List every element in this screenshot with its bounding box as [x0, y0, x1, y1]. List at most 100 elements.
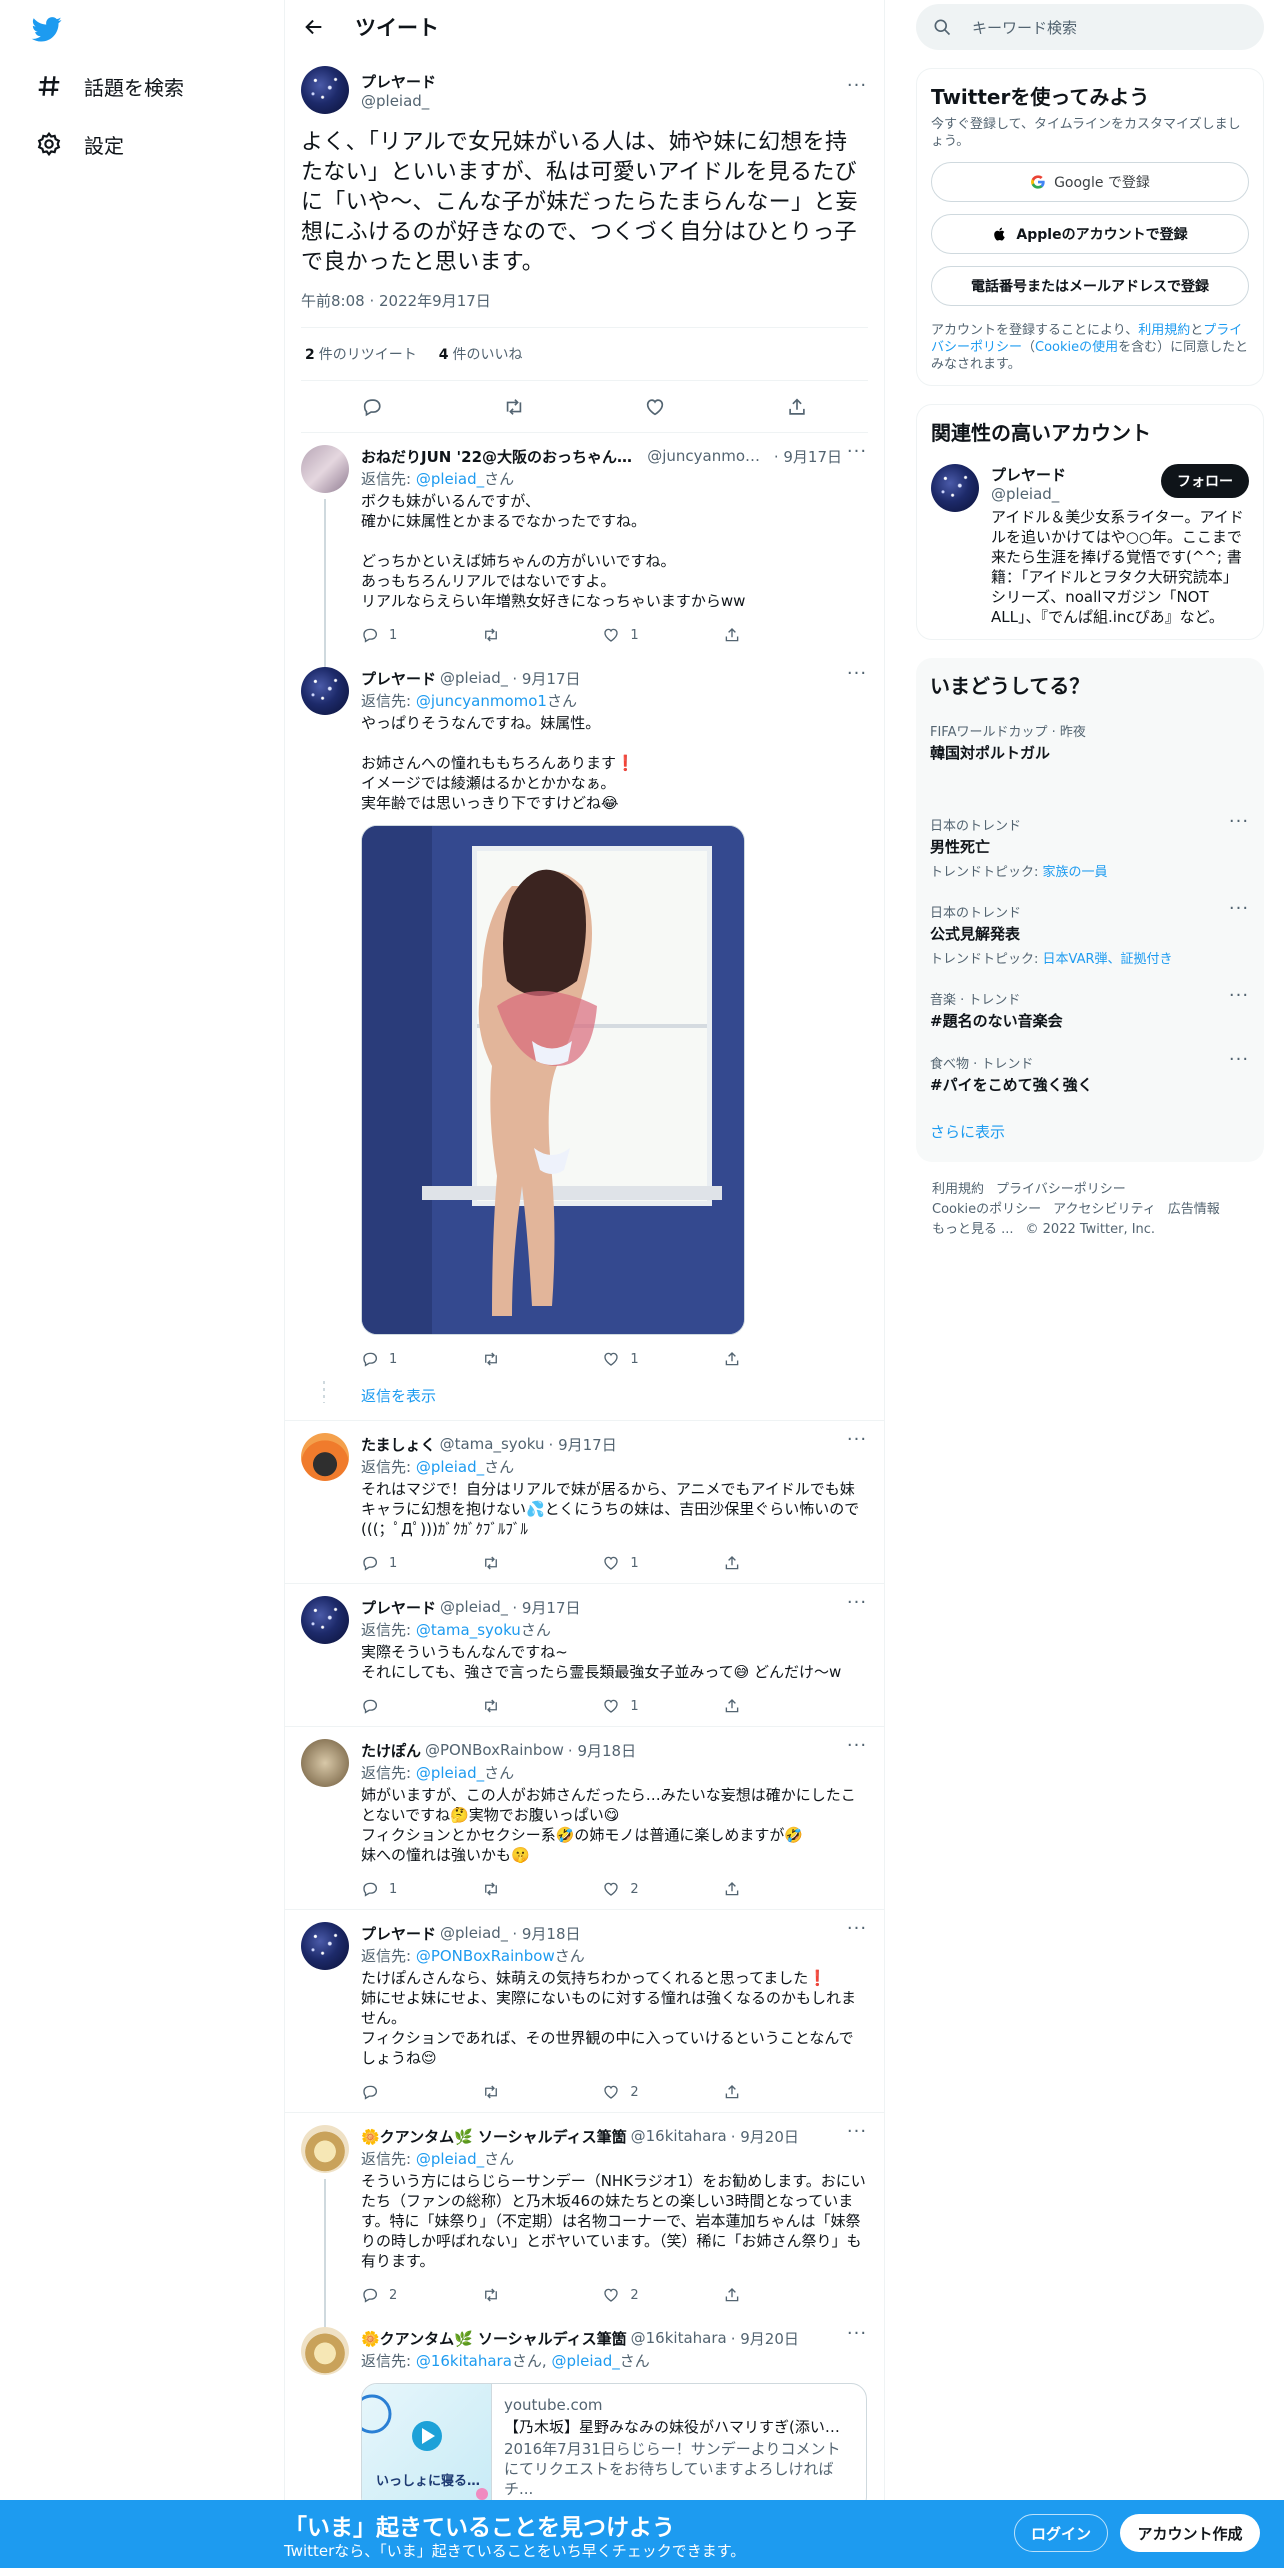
link-card[interactable]: いっしょに寝る… youtube.com 【乃木坂】星野みなみの妹役がハマリすぎ…	[361, 2383, 867, 2513]
avatar[interactable]	[301, 1596, 349, 1644]
search-input[interactable]: キーワード検索	[972, 17, 1077, 38]
avatar[interactable]	[301, 1922, 349, 1970]
more-options-icon[interactable]: ···	[1228, 1051, 1250, 1075]
cookie-link[interactable]: Cookieの使用	[1035, 340, 1118, 355]
reply-tweet[interactable]: 🌼クアンタム🌿 ソーシャルディス筆箇 @16kitahara · 9月20日 ··· …	[285, 2315, 884, 2513]
like-count-link[interactable]: 4 件のいいね	[439, 344, 523, 364]
like-button[interactable]: 2	[602, 2083, 723, 2101]
retweet-button[interactable]	[482, 1350, 603, 1368]
reply-button[interactable]: 1	[361, 1880, 482, 1898]
like-button[interactable]: 1	[602, 626, 723, 644]
avatar[interactable]	[301, 66, 349, 114]
trend-item[interactable]: 食べ物 · トレンド #パイをこめて強く強く ···	[930, 1051, 1250, 1095]
nav-settings[interactable]: 設定	[36, 124, 124, 164]
more-options-icon[interactable]: ···	[846, 1596, 868, 1618]
follow-button[interactable]: フォロー	[1161, 464, 1249, 498]
reply-tweet[interactable]: 🌼クアンタム🌿 ソーシャルディス筆箇 @16kitahara · 9月20日 ··· …	[285, 2113, 884, 2327]
reply-date[interactable]: · 9月20日	[731, 2328, 799, 2349]
more-options-icon[interactable]: ···	[846, 2125, 868, 2147]
reply-author-handle[interactable]: @PONBoxRainbow	[425, 1741, 564, 1759]
more-options-icon[interactable]: ···	[1228, 813, 1250, 837]
retweet-button[interactable]	[482, 1880, 603, 1898]
avatar[interactable]	[931, 464, 979, 512]
nav-explore[interactable]: 話題を検索	[36, 66, 184, 106]
more-options-icon[interactable]: ···	[1228, 987, 1250, 1011]
related-account[interactable]: プレヤード @pleiad_ フォロー アイドル＆美少女系ライター。アイドルを追…	[931, 464, 1249, 627]
retweet-icon[interactable]	[503, 396, 525, 418]
share-button[interactable]	[723, 1350, 741, 1368]
avatar[interactable]	[301, 2327, 349, 2375]
share-button[interactable]	[723, 1880, 741, 1898]
avatar[interactable]	[301, 1739, 349, 1787]
reply-tweet[interactable]: おねだりJUN '22@大阪のおっちゃん🧡... @juncyanmom... · …	[285, 433, 884, 667]
reply-date[interactable]: · 9月17日	[512, 1597, 580, 1618]
reply-date[interactable]: · 9月18日	[568, 1740, 636, 1761]
avatar[interactable]	[301, 1433, 349, 1481]
reply-button[interactable]	[361, 1697, 482, 1715]
retweet-button[interactable]	[482, 2083, 603, 2101]
reply-author-handle[interactable]: @pleiad_	[440, 1598, 508, 1616]
more-options-icon[interactable]: ···	[846, 1739, 868, 1761]
like-button[interactable]: 2	[602, 1880, 723, 1898]
reply-tweet[interactable]: プレヤード @pleiad_ · 9月17日 ··· 返信先: @juncyanmom…	[285, 655, 884, 1379]
more-options-icon[interactable]: ···	[1228, 900, 1250, 924]
like-heart-icon[interactable]	[644, 396, 666, 418]
reply-author-name[interactable]: プレヤード	[361, 1923, 436, 1944]
tweet-timestamp[interactable]: 午前8:08 · 2022年9月17日	[301, 290, 868, 328]
more-options-icon[interactable]: ···	[846, 2327, 868, 2349]
related-handle[interactable]: @pleiad_	[991, 485, 1161, 503]
retweet-button[interactable]	[482, 2286, 603, 2304]
more-options-icon[interactable]: ···	[846, 77, 868, 101]
reply-date[interactable]: · 9月17日	[512, 668, 580, 689]
twitter-logo-icon[interactable]	[30, 14, 64, 44]
share-button[interactable]	[723, 1697, 741, 1715]
footer-more-link[interactable]: もっと見る ...	[932, 1222, 1014, 1237]
more-options-icon[interactable]: ···	[846, 1433, 868, 1455]
retweet-button[interactable]	[482, 626, 603, 644]
reply-author-handle[interactable]: @pleiad_	[440, 1924, 508, 1942]
reply-author-name[interactable]: 🌼クアンタム🌿 ソーシャルディス筆箇	[361, 2126, 627, 2147]
terms-link[interactable]: 利用規約	[1138, 323, 1190, 338]
like-button[interactable]: 2	[602, 2286, 723, 2304]
retweet-count-link[interactable]: 2 件のリツイート	[305, 344, 417, 364]
avatar[interactable]	[301, 2125, 349, 2173]
reply-tweet[interactable]: プレヤード @pleiad_ · 9月18日 ··· 返信先: @PONBoxRain…	[285, 1910, 884, 2113]
signup-button[interactable]: アカウント作成	[1120, 2514, 1260, 2552]
retweet-button[interactable]	[482, 1697, 603, 1715]
attached-photo[interactable]	[361, 825, 745, 1335]
share-icon[interactable]	[786, 396, 808, 418]
reply-author-name[interactable]: プレヤード	[361, 668, 436, 689]
show-more-trends-link[interactable]: さらに表示	[930, 1121, 1250, 1150]
reply-author-handle[interactable]: @tama_syoku	[440, 1435, 545, 1453]
share-button[interactable]	[723, 626, 741, 644]
reply-author-handle[interactable]: @pleiad_	[440, 669, 508, 687]
search-box[interactable]: キーワード検索	[916, 4, 1264, 50]
related-name[interactable]: プレヤード	[991, 464, 1161, 485]
trend-item[interactable]: 日本のトレンド 男性死亡 トレンドトピック: 家族の一員 ···	[930, 813, 1250, 881]
back-arrow-icon[interactable]	[301, 14, 327, 40]
footer-privacy-link[interactable]: プライバシーポリシー	[996, 1182, 1126, 1197]
like-button[interactable]: 1	[602, 1697, 723, 1715]
share-button[interactable]	[723, 2083, 741, 2101]
trend-item[interactable]: 日本のトレンド 公式見解発表 トレンドトピック: 日本VAR弾、証拠付き ···	[930, 900, 1250, 968]
share-button[interactable]	[723, 2286, 741, 2304]
footer-cookie-link[interactable]: Cookieのポリシー	[932, 1202, 1041, 1217]
author-handle[interactable]: @pleiad_	[361, 92, 834, 110]
retweet-button[interactable]	[482, 1554, 603, 1572]
reply-author-handle[interactable]: @juncyanmom...	[647, 447, 770, 465]
footer-accessibility-link[interactable]: アクセシビリティ	[1053, 1202, 1156, 1217]
more-options-icon[interactable]: ···	[846, 667, 868, 689]
login-button[interactable]: ログイン	[1014, 2514, 1108, 2552]
reply-button[interactable]	[361, 2083, 482, 2101]
reply-button[interactable]: 2	[361, 2286, 482, 2304]
google-signup-button[interactable]: Google で登録	[931, 162, 1249, 202]
avatar[interactable]	[301, 445, 349, 493]
phone-email-signup-button[interactable]: 電話番号またはメールアドレスで登録	[931, 266, 1249, 306]
reply-author-handle[interactable]: @16kitahara	[631, 2329, 727, 2347]
reply-author-name[interactable]: 🌼クアンタム🌿 ソーシャルディス筆箇	[361, 2328, 627, 2349]
footer-terms-link[interactable]: 利用規約	[932, 1182, 984, 1197]
more-options-icon[interactable]: ···	[846, 1922, 868, 1944]
share-button[interactable]	[723, 1554, 741, 1572]
reply-author-name[interactable]: おねだりJUN '22@大阪のおっちゃん🧡...	[361, 446, 643, 467]
reply-icon[interactable]	[361, 396, 383, 418]
